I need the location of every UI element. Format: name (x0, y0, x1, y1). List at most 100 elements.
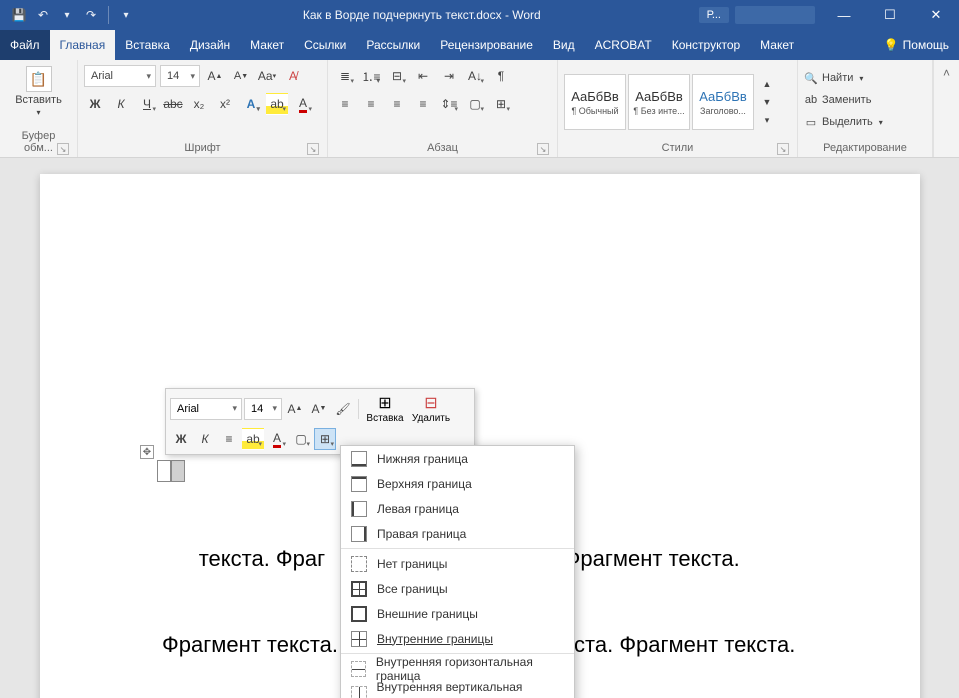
help-button[interactable]: 💡 Помощь (874, 30, 959, 60)
tab-layout[interactable]: Макет (240, 30, 294, 60)
font-launcher[interactable]: ↘ (307, 143, 319, 155)
collapse-ribbon-icon[interactable]: ˄ (943, 66, 950, 80)
close-button[interactable]: ✕ (913, 0, 959, 30)
tab-table-layout[interactable]: Макет (750, 30, 804, 60)
align-right-icon[interactable]: ≡ (386, 93, 408, 115)
mini-borders[interactable]: ⊞ (314, 428, 336, 450)
qa-customize-icon[interactable]: ▾ (117, 6, 135, 24)
dec-indent-icon[interactable]: ⇤ (412, 65, 434, 87)
underline-icon[interactable]: Ч (136, 93, 158, 115)
style-gallery-expand[interactable]: ▾ (756, 112, 778, 128)
maximize-button[interactable]: ☐ (867, 0, 913, 30)
align-center-icon[interactable]: ≡ (360, 93, 382, 115)
mini-font-name[interactable]: Arial (170, 398, 242, 420)
tab-review[interactable]: Рецензирование (430, 30, 543, 60)
menu-outside-borders[interactable]: Внешние границы (341, 601, 574, 626)
inc-indent-icon[interactable]: ⇥ (438, 65, 460, 87)
highlight-icon[interactable]: ab (266, 93, 288, 115)
mini-font-color[interactable]: A (266, 428, 288, 450)
menu-inside-horizontal[interactable]: Внутренняя горизонтальная граница (341, 656, 574, 681)
clear-format-icon[interactable]: A̸ (282, 65, 304, 87)
subscript-icon[interactable]: x₂ (188, 93, 210, 115)
line-spacing-icon[interactable]: ⇕≡ (438, 93, 460, 115)
mini-bold[interactable]: Ж (170, 428, 192, 450)
menu-inside-borders[interactable]: Внутренние границы (341, 626, 574, 651)
qa-dropdown-icon[interactable]: ▾ (58, 6, 76, 24)
paste-button[interactable]: 📋 Вставить ▾ (14, 64, 64, 119)
document-area: текста. Фраг кста. Фрагмент текста. Фраг… (0, 158, 959, 698)
mini-delete-button[interactable]: ⊟ Удалить (409, 393, 453, 424)
find-link[interactable]: 🔍Найти▾ (804, 68, 926, 88)
shrink-font-icon[interactable]: A▼ (230, 65, 252, 87)
styles-launcher[interactable]: ↘ (777, 143, 789, 155)
align-left-icon[interactable]: ≡ (334, 93, 356, 115)
style-scroll-down[interactable]: ▼ (756, 94, 778, 110)
save-icon[interactable]: 💾 (10, 6, 28, 24)
tab-references[interactable]: Ссылки (294, 30, 356, 60)
tab-home[interactable]: Главная (50, 30, 116, 60)
menu-all-borders[interactable]: Все границы (341, 576, 574, 601)
select-link[interactable]: ▭Выделить▾ (804, 112, 926, 132)
menu-left-border[interactable]: Левая граница (341, 496, 574, 521)
bottom-border-icon (351, 451, 367, 467)
replace-link[interactable]: abЗаменить (804, 90, 926, 110)
text-effects-icon[interactable]: A (240, 93, 262, 115)
mini-shading[interactable]: ▢ (290, 428, 312, 450)
change-case-icon[interactable]: Aa▾ (256, 65, 278, 87)
mini-highlight[interactable]: ab (242, 428, 264, 450)
italic-icon[interactable]: К (110, 93, 132, 115)
mini-grow-font[interactable]: A▲ (284, 398, 306, 420)
borders-icon[interactable]: ⊞ (490, 93, 512, 115)
style-heading1[interactable]: АаБбВв Заголово... (692, 74, 754, 130)
menu-top-border[interactable]: Верхняя граница (341, 471, 574, 496)
font-size-select[interactable]: 14 (160, 65, 200, 87)
inside-h-border-icon (351, 661, 366, 677)
minimize-button[interactable]: ― (821, 0, 867, 30)
menu-bottom-border[interactable]: Нижняя граница (341, 446, 574, 471)
user-name-box[interactable] (735, 6, 815, 24)
font-name-select[interactable]: Arial (84, 65, 156, 87)
tab-acrobat[interactable]: ACROBAT (585, 30, 662, 60)
mini-insert-button[interactable]: ⊞ Вставка (363, 393, 407, 424)
mini-shrink-font[interactable]: A▼ (308, 398, 330, 420)
selection-handle[interactable] (157, 460, 185, 482)
bullets-icon[interactable]: ≣ (334, 65, 356, 87)
para-launcher[interactable]: ↘ (537, 143, 549, 155)
mini-italic[interactable]: К (194, 428, 216, 450)
user-badge[interactable]: Р... (699, 7, 729, 23)
tab-design[interactable]: Дизайн (180, 30, 240, 60)
grow-font-icon[interactable]: A▲ (204, 65, 226, 87)
style-normal[interactable]: АаБбВв ¶ Обычный (564, 74, 626, 130)
multilevel-icon[interactable]: ⊟ (386, 65, 408, 87)
top-border-icon (351, 476, 367, 492)
clipboard-launcher[interactable]: ↘ (57, 143, 69, 155)
font-color-icon[interactable]: A (292, 93, 314, 115)
tab-view[interactable]: Вид (543, 30, 585, 60)
undo-icon[interactable]: ↶ (34, 6, 52, 24)
menu-right-border[interactable]: Правая граница (341, 521, 574, 546)
mini-font-size[interactable]: 14 (244, 398, 282, 420)
tab-insert[interactable]: Вставка (115, 30, 180, 60)
numbering-icon[interactable]: ⒈≡ (360, 65, 382, 87)
superscript-icon[interactable]: x² (214, 93, 236, 115)
tab-mailings[interactable]: Рассылки (356, 30, 430, 60)
bold-icon[interactable]: Ж (84, 93, 106, 115)
tab-table-design[interactable]: Конструктор (662, 30, 750, 60)
show-marks-icon[interactable]: ¶ (490, 65, 512, 87)
justify-icon[interactable]: ≡ (412, 93, 434, 115)
style-nospacing[interactable]: АаБбВв ¶ Без инте... (628, 74, 690, 130)
left-border-icon (351, 501, 367, 517)
right-border-icon (351, 526, 367, 542)
redo-icon[interactable]: ↷ (82, 6, 100, 24)
replace-icon: ab (804, 93, 818, 107)
tab-file[interactable]: Файл (0, 30, 50, 60)
shading-icon[interactable]: ▢ (464, 93, 486, 115)
sort-icon[interactable]: A↓ (464, 65, 486, 87)
style-scroll-up[interactable]: ▲ (756, 76, 778, 92)
menu-no-border[interactable]: Нет границы (341, 551, 574, 576)
mini-format-painter[interactable]: 🖌 (332, 398, 354, 420)
table-move-handle[interactable]: ✥ (140, 445, 154, 459)
strikethrough-icon[interactable]: abc (162, 93, 184, 115)
menu-inside-vertical[interactable]: Внутренняя вертикальная граница (341, 681, 574, 698)
mini-align[interactable]: ≡ (218, 428, 240, 450)
